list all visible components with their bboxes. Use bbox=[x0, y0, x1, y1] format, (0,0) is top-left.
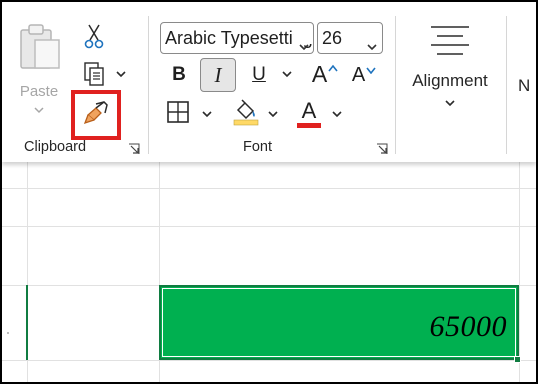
gridline bbox=[2, 188, 536, 189]
font-size-value: 26 bbox=[322, 28, 343, 48]
align-lines-icon bbox=[427, 24, 473, 63]
caret-down-icon bbox=[366, 61, 376, 79]
chevron-down-icon bbox=[331, 106, 343, 124]
row-header-border bbox=[26, 285, 28, 360]
underline-label: U bbox=[252, 64, 266, 85]
shrink-font-label: A bbox=[351, 63, 366, 86]
font-name-dropdown[interactable]: Arabic Typesetting bbox=[160, 22, 314, 54]
number-group-label-partial[interactable]: N bbox=[518, 76, 530, 96]
chevron-down-icon bbox=[366, 32, 378, 51]
borders-dropdown[interactable] bbox=[200, 108, 214, 122]
fill-handle[interactable] bbox=[514, 356, 521, 363]
excel-window: Paste Clipboard Arabic Typesetting 26 B … bbox=[2, 2, 536, 382]
clipboard-launcher-icon[interactable] bbox=[128, 142, 140, 154]
cut-button[interactable] bbox=[80, 24, 108, 52]
font-group-label: Font bbox=[243, 139, 273, 155]
chevron-down-icon bbox=[267, 106, 279, 124]
grow-font-label: A bbox=[311, 60, 328, 87]
worksheet-grid[interactable]: 65000 bbox=[2, 162, 536, 382]
chevron-down-icon bbox=[444, 95, 456, 113]
alignment-label: Alignment bbox=[412, 71, 488, 90]
borders-button[interactable] bbox=[164, 100, 192, 128]
ribbon-separator bbox=[148, 16, 149, 154]
gridline bbox=[2, 226, 536, 227]
italic-button[interactable]: I bbox=[200, 58, 236, 92]
font-name-value: Arabic Typesetting bbox=[165, 28, 313, 48]
font-size-dropdown[interactable]: 26 bbox=[317, 22, 383, 54]
format-painter-button[interactable] bbox=[71, 90, 121, 140]
chevron-down-icon bbox=[115, 66, 127, 84]
paste-chevron-icon bbox=[33, 102, 45, 120]
fill-color-dropdown[interactable] bbox=[266, 108, 280, 122]
font-launcher-icon[interactable] bbox=[376, 142, 388, 154]
bold-button[interactable]: B bbox=[164, 60, 194, 90]
cell-value: 65000 bbox=[429, 310, 507, 343]
paste-button[interactable]: Paste bbox=[10, 18, 68, 128]
chevron-down-icon bbox=[281, 66, 293, 84]
clipboard-group-label: Clipboard bbox=[24, 139, 87, 155]
chevron-down-icon bbox=[294, 32, 312, 51]
gridline bbox=[519, 162, 520, 382]
scissors-icon bbox=[83, 23, 105, 54]
bold-label: B bbox=[172, 64, 186, 85]
ribbon: Paste Clipboard Arabic Typesetting 26 B … bbox=[2, 2, 536, 162]
paint-bucket-icon bbox=[232, 98, 260, 131]
paintbrush-icon bbox=[82, 99, 110, 132]
underline-button[interactable]: U bbox=[246, 60, 272, 90]
borders-icon bbox=[167, 100, 189, 128]
selected-cell[interactable]: 65000 bbox=[159, 285, 519, 360]
copy-dropdown[interactable] bbox=[114, 68, 128, 82]
clipboard-icon bbox=[16, 22, 62, 77]
increase-font-size-button[interactable]: A bbox=[308, 58, 342, 90]
font-color-dropdown[interactable] bbox=[330, 108, 344, 122]
ribbon-separator bbox=[506, 16, 507, 154]
underline-dropdown[interactable] bbox=[280, 68, 294, 82]
ribbon-separator bbox=[395, 16, 396, 154]
alignment-button[interactable]: Alignment bbox=[400, 20, 500, 120]
chevron-down-icon bbox=[201, 106, 213, 124]
gridline bbox=[2, 360, 536, 361]
copy-button[interactable] bbox=[80, 61, 108, 92]
row-marker bbox=[7, 332, 9, 334]
italic-label: I bbox=[214, 62, 222, 87]
font-color-button[interactable]: A bbox=[294, 98, 324, 130]
decrease-font-size-button[interactable]: A bbox=[348, 60, 380, 90]
font-color-label: A bbox=[301, 98, 317, 123]
font-color-swatch bbox=[297, 123, 321, 128]
copy-icon bbox=[82, 61, 106, 92]
paste-label: Paste bbox=[19, 83, 59, 100]
fill-color-button[interactable] bbox=[230, 98, 262, 130]
caret-up-icon bbox=[328, 59, 338, 77]
